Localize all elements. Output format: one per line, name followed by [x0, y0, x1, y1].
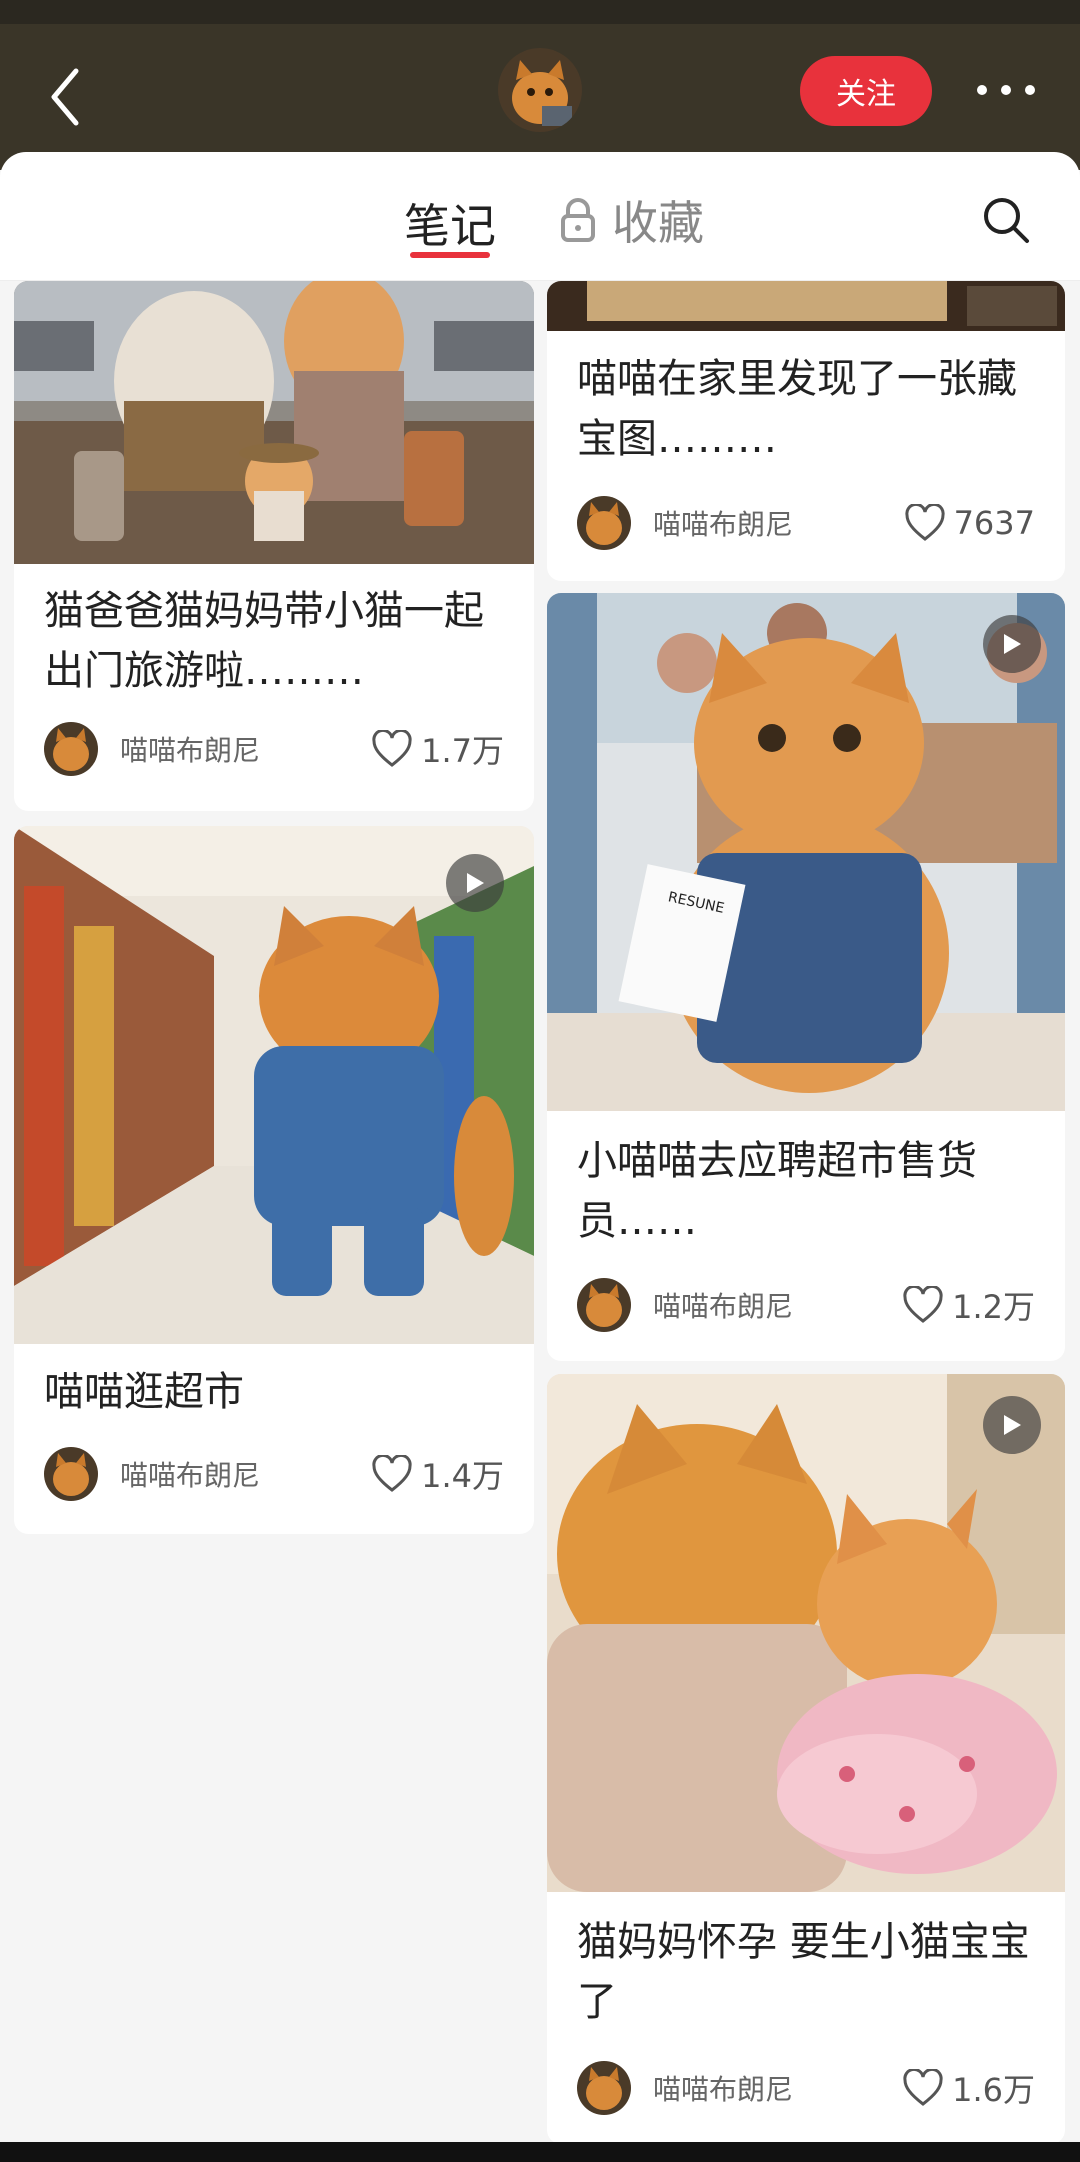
search-icon: [984, 198, 1029, 243]
more-button[interactable]: [966, 68, 1046, 112]
like-count: 7637: [953, 504, 1035, 542]
tab-collect[interactable]: 收藏: [560, 190, 704, 250]
like-count: 1.7万: [421, 732, 504, 770]
play-icon: [983, 1396, 1041, 1454]
lock-icon: [561, 198, 595, 242]
like-button[interactable]: 1.7万: [371, 726, 504, 772]
like-button[interactable]: 7637: [904, 504, 1035, 542]
back-button[interactable]: [40, 62, 90, 132]
like-button[interactable]: 1.6万: [902, 2065, 1035, 2111]
note-card[interactable]: RESUNE 小喵喵去应聘超市售货员…… 喵喵布朗尼 1.2万: [547, 593, 1065, 1361]
note-cover-image: [547, 281, 1065, 331]
avatar[interactable]: [498, 48, 582, 132]
search-button[interactable]: [974, 188, 1038, 252]
note-footer: 喵喵布朗尼 1.4万: [44, 1446, 504, 1502]
note-card[interactable]: 猫妈妈怀孕 要生小猫宝宝了 喵喵布朗尼 1.6万: [547, 1374, 1065, 2142]
like-button[interactable]: 1.2万: [902, 1282, 1035, 1328]
note-cover-image: RESUNE: [547, 593, 1065, 1111]
note-footer: 喵喵布朗尼 1.6万: [577, 2060, 1035, 2116]
note-title: 猫妈妈怀孕 要生小猫宝宝了: [577, 1919, 1030, 2025]
like-button[interactable]: 1.4万: [371, 1451, 504, 1497]
tab-collect-label: 收藏: [612, 196, 704, 250]
author-name[interactable]: 喵喵布朗尼: [653, 1285, 902, 1325]
heart-icon: [903, 1286, 943, 1323]
author-avatar[interactable]: [44, 722, 98, 776]
heart-icon: [372, 1455, 412, 1492]
note-cover-image: [14, 826, 534, 1344]
like-count: 1.4万: [421, 1457, 504, 1495]
heart-icon: [904, 504, 945, 541]
note-footer: 喵喵布朗尼 1.7万: [44, 721, 504, 777]
more-dots-icon: [977, 85, 1035, 95]
notes-feed: 猫爸爸猫妈妈带小猫一起出门旅游啦……… 喵喵布朗尼 1.7万 喵喵在家里发现了一…: [0, 281, 1080, 2142]
note-card[interactable]: 喵喵在家里发现了一张藏宝图……… 喵喵布朗尼 7637: [547, 281, 1065, 581]
profile-header: 关注: [0, 24, 1080, 170]
play-icon: [446, 854, 504, 912]
like-count: 1.2万: [952, 1288, 1035, 1326]
note-title: 小喵喵去应聘超市售货员……: [577, 1138, 977, 1244]
note-cover-image: [14, 281, 534, 564]
status-bar: [0, 0, 1080, 24]
note-card[interactable]: 喵喵逛超市 喵喵布朗尼 1.4万: [14, 826, 534, 1534]
author-name[interactable]: 喵喵布朗尼: [653, 503, 904, 543]
author-avatar[interactable]: [577, 496, 631, 550]
note-cover-image: [547, 1374, 1065, 1892]
chevron-left-icon: [51, 68, 79, 126]
follow-button[interactable]: 关注: [800, 56, 932, 126]
tab-active-indicator: [410, 252, 490, 258]
author-name[interactable]: 喵喵布朗尼: [120, 1454, 371, 1494]
note-title: 喵喵在家里发现了一张藏宝图………: [577, 356, 1017, 462]
system-nav-bar: [0, 2142, 1080, 2162]
author-avatar[interactable]: [577, 2061, 631, 2115]
note-title: 猫爸爸猫妈妈带小猫一起出门旅游啦………: [44, 588, 484, 694]
tab-notes[interactable]: 笔记: [400, 190, 500, 253]
author-name[interactable]: 喵喵布朗尼: [653, 2068, 902, 2108]
author-avatar[interactable]: [44, 1447, 98, 1501]
play-icon: [983, 615, 1041, 673]
note-footer: 喵喵布朗尼 7637: [577, 495, 1035, 551]
heart-icon: [903, 2069, 943, 2106]
heart-icon: [372, 730, 412, 767]
note-footer: 喵喵布朗尼 1.2万: [577, 1277, 1035, 1333]
like-count: 1.6万: [952, 2071, 1035, 2109]
note-card[interactable]: 猫爸爸猫妈妈带小猫一起出门旅游啦……… 喵喵布朗尼 1.7万: [14, 281, 534, 811]
author-name[interactable]: 喵喵布朗尼: [120, 729, 371, 769]
note-title: 喵喵逛超市: [44, 1369, 244, 1415]
author-avatar[interactable]: [577, 1278, 631, 1332]
tab-bar: 笔记 收藏: [0, 152, 1080, 281]
